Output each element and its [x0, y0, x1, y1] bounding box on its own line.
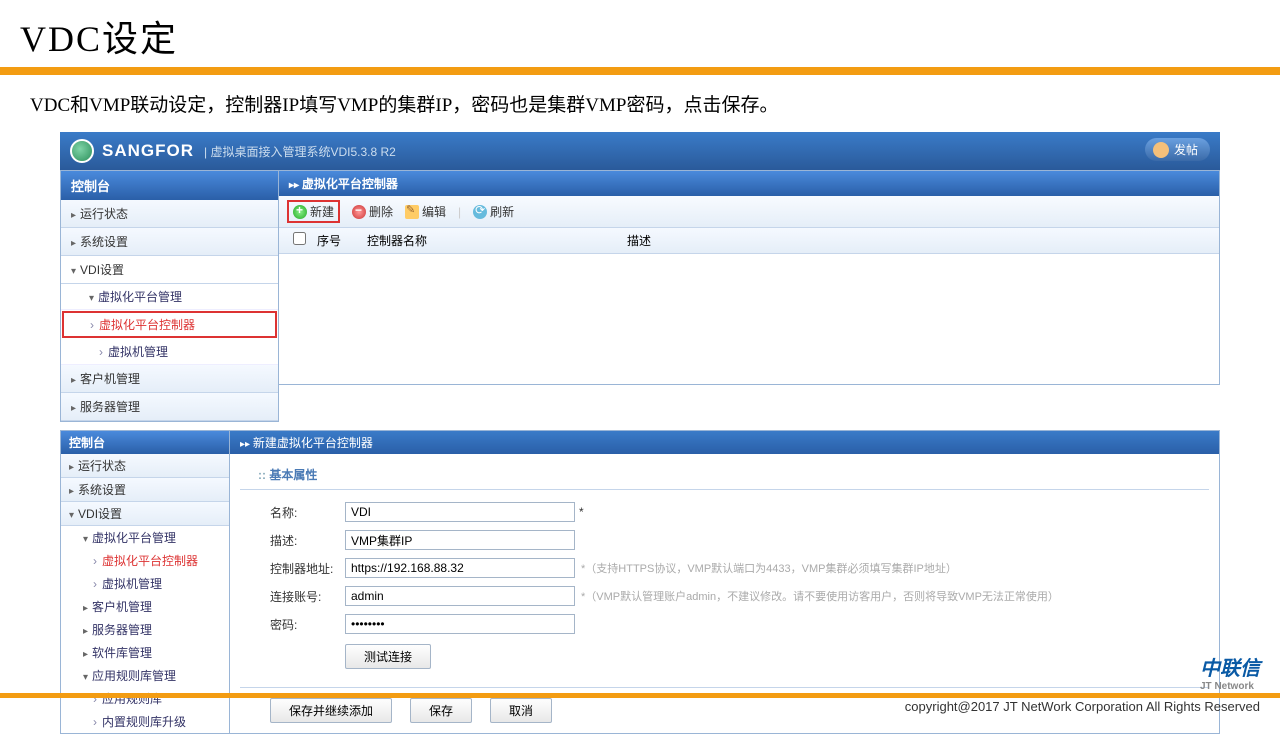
label-addr: 控制器地址: — [270, 560, 345, 577]
nav2-client-mgmt[interactable]: 客户机管理 — [61, 595, 229, 618]
form-row-acct: 连接账号: *（VMP默认管理账户admin，不建议修改。请不要使用访客用户，否… — [230, 582, 1219, 610]
app-topbar: SANGFOR | 虚拟桌面接入管理系统VDI5.3.8 R2 发帖 — [60, 132, 1220, 170]
save-button[interactable]: 保存 — [410, 698, 472, 723]
label-pwd: 密码: — [270, 616, 345, 633]
refresh-button[interactable]: 刷新 — [473, 203, 514, 220]
nav2-vplatform-mgmt[interactable]: 虚拟化平台管理 — [61, 526, 229, 549]
nav2-server-mgmt[interactable]: 服务器管理 — [61, 618, 229, 641]
input-desc[interactable] — [345, 530, 575, 550]
input-name[interactable] — [345, 502, 575, 522]
post-label: 发帖 — [1174, 141, 1198, 158]
brand-logo-icon — [70, 139, 94, 163]
refresh-icon — [473, 205, 487, 219]
section-basic-attrs: 基本属性 — [240, 454, 1209, 490]
nav2-vplatform-controller[interactable]: 虚拟化平台控制器 — [61, 549, 229, 572]
nav2-rulelib-mgmt[interactable]: 应用规则库管理 — [61, 664, 229, 687]
nav2-system-settings[interactable]: 系统设置 — [61, 478, 229, 502]
edit-button[interactable]: 编辑 — [405, 203, 446, 220]
brand-text: SANGFOR — [102, 141, 194, 161]
footer-logo: 中联信 JT Network — [1200, 652, 1260, 692]
slide-title: VDC设定 — [0, 0, 1280, 67]
brand-subtitle: | 虚拟桌面接入管理系统VDI5.3.8 R2 — [204, 143, 396, 160]
toolbar: 新建 删除 编辑 | 刷新 — [279, 196, 1219, 228]
hint-addr: *（支持HTTPS协议，VMP默认端口为4433，VMP集群必须填写集群IP地址… — [581, 560, 957, 576]
nav-vplatform-mgmt[interactable]: 虚拟化平台管理 — [61, 284, 278, 310]
screenshot-lower: 控制台 运行状态 系统设置 VDI设置 虚拟化平台管理 虚拟化平台控制器 虚拟机… — [60, 430, 1220, 734]
input-pwd[interactable] — [345, 614, 575, 634]
sidebar-lower: 控制台 运行状态 系统设置 VDI设置 虚拟化平台管理 虚拟化平台控制器 虚拟机… — [60, 430, 230, 734]
content-header: 虚拟化平台控制器 — [279, 171, 1219, 196]
nav2-software-lib[interactable]: 软件库管理 — [61, 641, 229, 664]
table-header: 序号 控制器名称 描述 — [279, 228, 1219, 254]
cancel-button[interactable]: 取消 — [490, 698, 552, 723]
nav2-builtin-rulelib-upgrade[interactable]: 内置规则库升级 — [61, 710, 229, 733]
form-row-desc: 描述: — [230, 526, 1219, 554]
col-desc: 描述 — [621, 232, 1211, 249]
nav-vplatform-controller[interactable]: 虚拟化平台控制器 — [62, 311, 277, 338]
sidebar2-header: 控制台 — [61, 431, 229, 454]
test-connection-button[interactable]: 测试连接 — [345, 644, 431, 669]
label-acct: 连接账号: — [270, 588, 345, 605]
nav2-app-rulelib[interactable]: 应用规则库 — [61, 687, 229, 710]
content-upper: 虚拟化平台控制器 新建 删除 编辑 | 刷新 序号 控制器名称 描述 — [279, 170, 1220, 385]
nav-vdi-settings[interactable]: VDI设置 — [61, 256, 278, 284]
divider-bottom — [0, 693, 1280, 698]
form-row-name: 名称: * — [230, 498, 1219, 526]
label-name: 名称: — [270, 504, 345, 521]
content-lower: 新建虚拟化平台控制器 基本属性 名称: * 描述: 控制器地址: *（支持HTT… — [230, 430, 1220, 734]
sidebar-upper: 控制台 运行状态 系统设置 VDI设置 虚拟化平台管理 虚拟化平台控制器 虚拟机… — [60, 170, 279, 422]
toolbar-separator: | — [458, 205, 461, 219]
required-mark: * — [579, 505, 584, 519]
screenshot-upper: SANGFOR | 虚拟桌面接入管理系统VDI5.3.8 R2 发帖 控制台 运… — [60, 132, 1220, 422]
col-serial: 序号 — [311, 232, 361, 249]
nav-client-mgmt[interactable]: 客户机管理 — [61, 365, 278, 393]
add-button[interactable]: 新建 — [287, 200, 340, 223]
nav-server-mgmt[interactable]: 服务器管理 — [61, 393, 278, 421]
nav-system-settings[interactable]: 系统设置 — [61, 228, 278, 256]
input-addr[interactable] — [345, 558, 575, 578]
hint-acct: *（VMP默认管理账户admin，不建议修改。请不要使用访客用户，否则将导致VM… — [581, 588, 1059, 604]
post-button[interactable]: 发帖 — [1145, 138, 1210, 161]
edit-icon — [405, 205, 419, 219]
label-desc: 描述: — [270, 532, 345, 549]
input-acct[interactable] — [345, 586, 575, 606]
nav2-runtime-status[interactable]: 运行状态 — [61, 454, 229, 478]
nav-runtime-status[interactable]: 运行状态 — [61, 200, 278, 228]
select-all-checkbox[interactable] — [293, 232, 306, 245]
sidebar-header: 控制台 — [61, 171, 278, 200]
content2-header: 新建虚拟化平台控制器 — [230, 431, 1219, 454]
nav2-vm-mgmt[interactable]: 虚拟机管理 — [61, 572, 229, 595]
slide-description: VDC和VMP联动设定，控制器IP填写VMP的集群IP，密码也是集群VMP密码，… — [0, 75, 1280, 132]
nav-vm-mgmt[interactable]: 虚拟机管理 — [61, 339, 278, 365]
nav2-vdi-settings[interactable]: VDI设置 — [61, 502, 229, 526]
delete-button[interactable]: 删除 — [352, 203, 393, 220]
avatar-icon — [1153, 142, 1169, 158]
divider-top — [0, 67, 1280, 75]
form-row-addr: 控制器地址: *（支持HTTPS协议，VMP默认端口为4433，VMP集群必须填… — [230, 554, 1219, 582]
table-body-empty — [279, 254, 1219, 384]
form-row-pwd: 密码: — [230, 610, 1219, 638]
save-continue-button[interactable]: 保存并继续添加 — [270, 698, 392, 723]
col-name: 控制器名称 — [361, 232, 621, 249]
delete-icon — [352, 205, 366, 219]
copyright-text: copyright@2017 JT NetWork Corporation Al… — [905, 699, 1260, 714]
add-icon — [293, 205, 307, 219]
